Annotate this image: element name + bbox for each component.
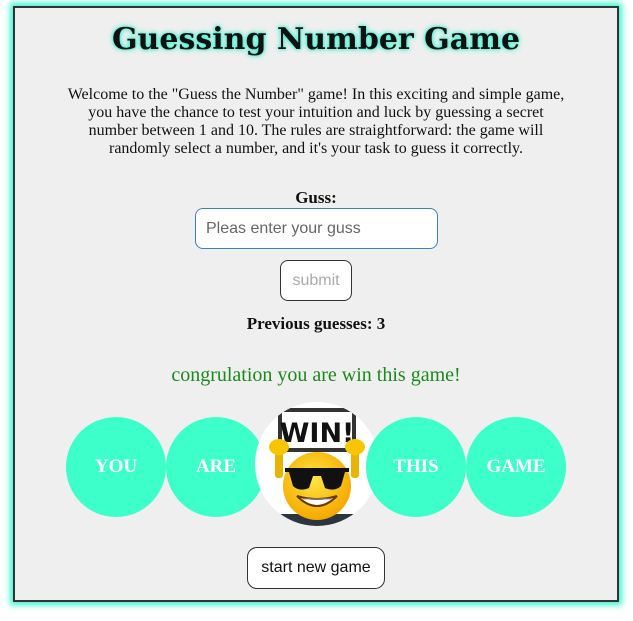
game-container: Guessing Number Game Welcome to the "Gue… bbox=[13, 6, 619, 602]
win-sign-text: WIN! bbox=[280, 418, 355, 449]
submit-button[interactable]: submit bbox=[280, 260, 352, 301]
previous-guesses-text: Previous guesses: 3 bbox=[246, 314, 386, 333]
sunglasses-emoji-icon: WIN! bbox=[255, 408, 379, 526]
start-new-game-button[interactable]: start new game bbox=[247, 547, 385, 589]
guess-input[interactable] bbox=[195, 208, 438, 249]
guess-label: Guss: bbox=[295, 188, 337, 207]
page-title: Guessing Number Game bbox=[111, 22, 521, 57]
win-message: congrulation you are win this game! bbox=[171, 364, 461, 386]
intro-paragraph: Welcome to the "Guess the Number" game! … bbox=[67, 86, 565, 157]
word-circle-this: THIS bbox=[366, 417, 466, 517]
win-emoji-image: WIN! bbox=[255, 402, 379, 526]
word-circle-are: ARE bbox=[166, 417, 266, 517]
word-circle-you: YOU bbox=[66, 417, 166, 517]
word-circle-game: GAME bbox=[466, 417, 566, 517]
